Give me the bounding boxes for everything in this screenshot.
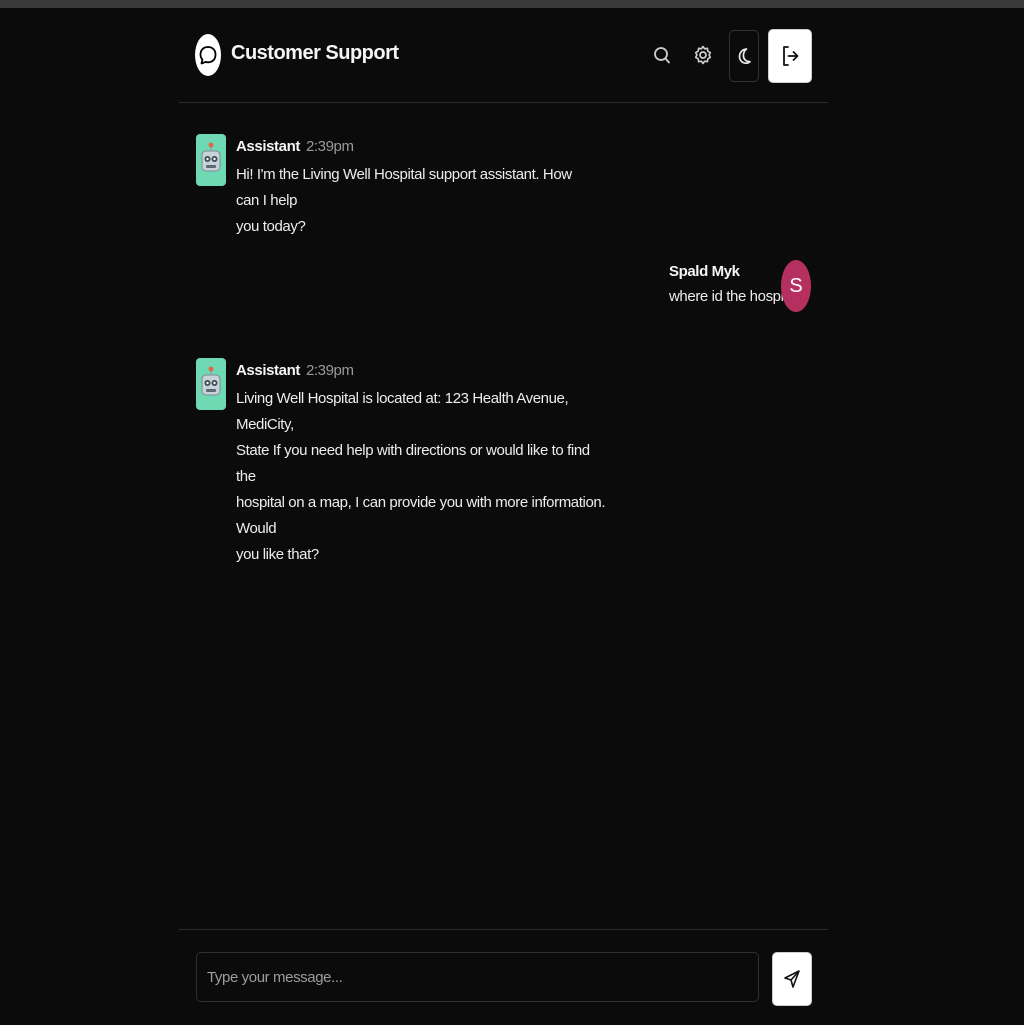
message-composer <box>179 929 828 1025</box>
logout-icon <box>783 46 799 66</box>
send-icon <box>784 970 800 988</box>
message-text: Hi! I'm the Living Well Hospital support… <box>236 166 572 235</box>
search-button[interactable] <box>647 34 677 76</box>
moon-icon <box>738 48 751 65</box>
message-time: 2:39pm <box>305 362 354 379</box>
message-author: Assistant <box>236 138 300 155</box>
page-title: Customer Support <box>231 42 399 64</box>
chat-app: Customer Support Assistant 2:39pm Hi! I'… <box>179 8 828 1024</box>
window-top-strip <box>0 0 1024 8</box>
search-icon <box>654 47 670 64</box>
send-button[interactable] <box>772 952 812 1006</box>
message-author: Spald Myk <box>669 263 740 280</box>
theme-toggle-button[interactable] <box>729 30 759 82</box>
settings-button[interactable] <box>688 34 718 76</box>
header: Customer Support <box>179 8 828 103</box>
message-time: 2:39pm <box>305 138 354 155</box>
message-input[interactable] <box>196 952 759 1002</box>
chat-bubble-icon <box>195 34 221 76</box>
gear-icon <box>694 45 712 65</box>
message-text: where id the hospital <box>669 288 799 305</box>
message-author: Assistant <box>236 362 300 379</box>
message-user: Spald Myk where id the hospital S <box>659 260 811 316</box>
message-text: Living Well Hospital is located at: 123 … <box>236 390 606 563</box>
robot-icon <box>196 134 226 186</box>
logout-button[interactable] <box>768 29 812 83</box>
robot-icon <box>196 358 226 410</box>
avatar: S <box>781 260 811 312</box>
